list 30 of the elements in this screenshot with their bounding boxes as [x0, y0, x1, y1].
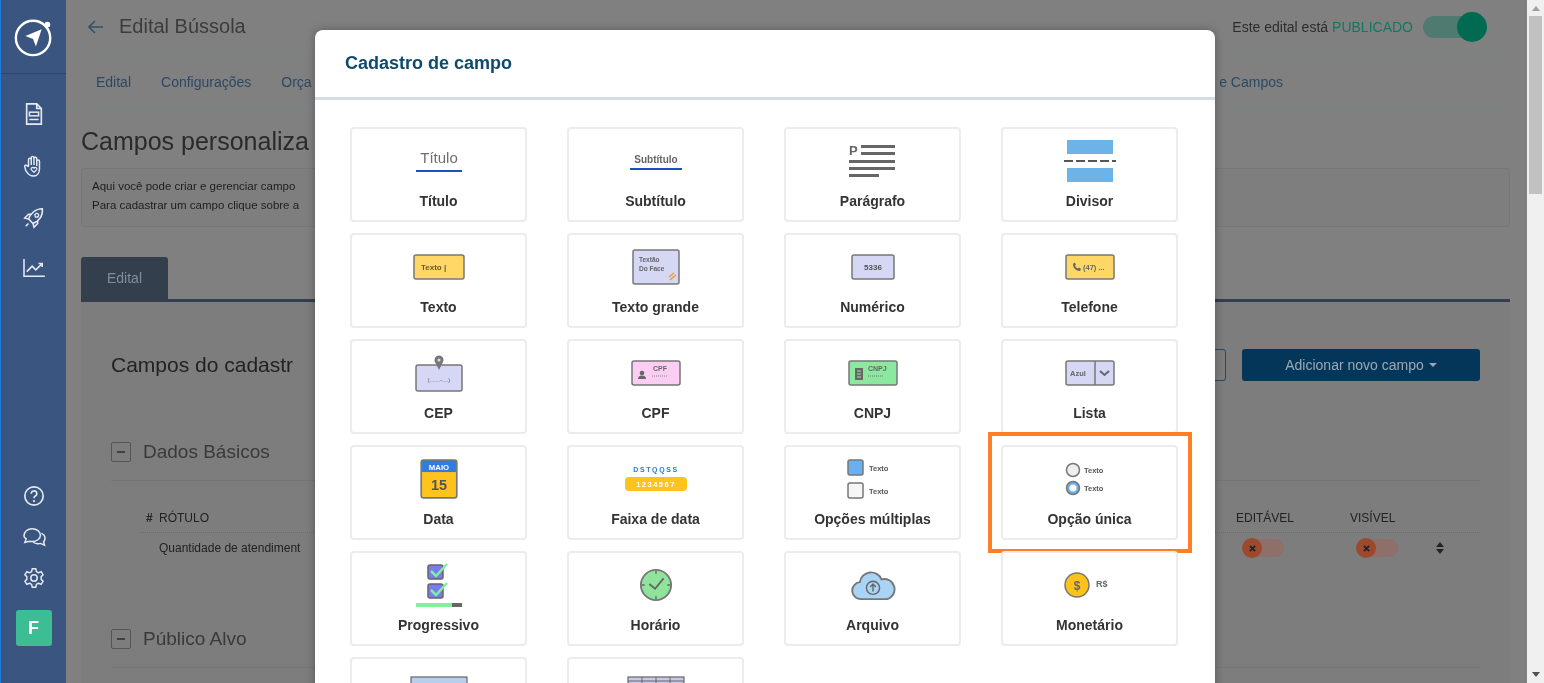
info-text: Para cadastrar um campo clique sobre a	[92, 198, 300, 212]
group-title: Público Alvo	[143, 628, 247, 650]
field-type-tile[interactable]: $ R$ Monetário	[1001, 551, 1178, 646]
field-type-tile[interactable]: 5336 Numérico	[784, 233, 961, 328]
section-heading: Campos personaliza	[81, 126, 309, 156]
page-title: Edital Bússola	[119, 15, 246, 38]
column-header: RÓTULO	[159, 511, 209, 525]
status-value: PUBLICADO	[1332, 18, 1413, 35]
panel-title: Campos do cadastr	[111, 353, 294, 377]
status-label: Este edital está	[1232, 18, 1329, 35]
table-cell: Quantidade de atendiment	[159, 541, 301, 555]
field-type-tile[interactable]: MAIO 15 Data	[350, 445, 527, 540]
field-type-tile[interactable]: Divisor	[1001, 127, 1178, 222]
add-field-button[interactable]: Adicionar novo campo	[1242, 349, 1480, 381]
field-type-tile[interactable]: Arquivo	[784, 551, 961, 646]
field-type-tile[interactable]: Subtítulo Subtítulo	[567, 127, 744, 222]
field-type-tile[interactable]: Título Título	[350, 127, 527, 222]
text-input-icon: Texto |	[412, 254, 465, 280]
column-header: EDITÁVEL	[1236, 511, 1295, 525]
field-type-tile[interactable]: P Parágrafo	[784, 127, 961, 222]
field-type-tile[interactable]: Progressivo	[350, 551, 527, 646]
number-input-icon: 5336	[850, 254, 895, 280]
calendar-icon: MAIO 15	[419, 459, 458, 499]
group-title: Dados Básicos	[143, 441, 270, 463]
field-type-tile[interactable]: Horário	[567, 551, 744, 646]
column-header: VISÍVEL	[1350, 511, 1396, 525]
dialog-title: Cadastro de campo	[345, 53, 513, 74]
info-text: Aqui você pode criar e gerenciar campo	[92, 179, 296, 193]
column-header: #	[146, 511, 153, 525]
field-type-tile[interactable]: Texto | Texto	[350, 233, 527, 328]
